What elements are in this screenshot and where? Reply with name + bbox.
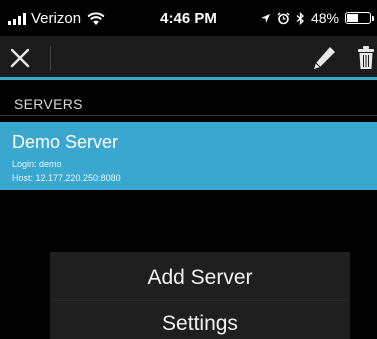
server-host: Host: 12.177.220.250:8080	[12, 173, 121, 183]
options-menu: Add Server Settings	[50, 252, 350, 339]
pencil-icon[interactable]	[310, 44, 338, 72]
toolbar	[0, 36, 377, 80]
section-title: SERVERS	[14, 96, 83, 112]
status-right: 48%	[260, 10, 374, 26]
toolbar-divider	[50, 46, 51, 70]
alarm-icon	[277, 11, 290, 24]
add-server-menu-item[interactable]: Add Server	[50, 256, 350, 299]
server-list-item[interactable]: Demo Server Login: demo Host: 12.177.220…	[0, 122, 377, 190]
battery-icon	[345, 12, 374, 24]
trash-icon[interactable]	[355, 44, 377, 72]
server-name: Demo Server	[12, 132, 119, 152]
bluetooth-icon	[296, 11, 304, 25]
status-bar: Verizon 4:46 PM 48%	[0, 0, 377, 36]
server-login: Login: demo	[12, 159, 62, 169]
battery-percent: 48%	[310, 10, 339, 26]
settings-menu-item[interactable]: Settings	[50, 302, 350, 339]
app-screen: Verizon 4:46 PM 48% SERVERS Demo Server …	[0, 0, 377, 339]
location-arrow-icon	[260, 13, 270, 23]
section-divider	[0, 115, 377, 116]
close-icon[interactable]	[6, 44, 34, 72]
menu-divider	[50, 300, 350, 301]
battery-fill	[347, 14, 358, 22]
